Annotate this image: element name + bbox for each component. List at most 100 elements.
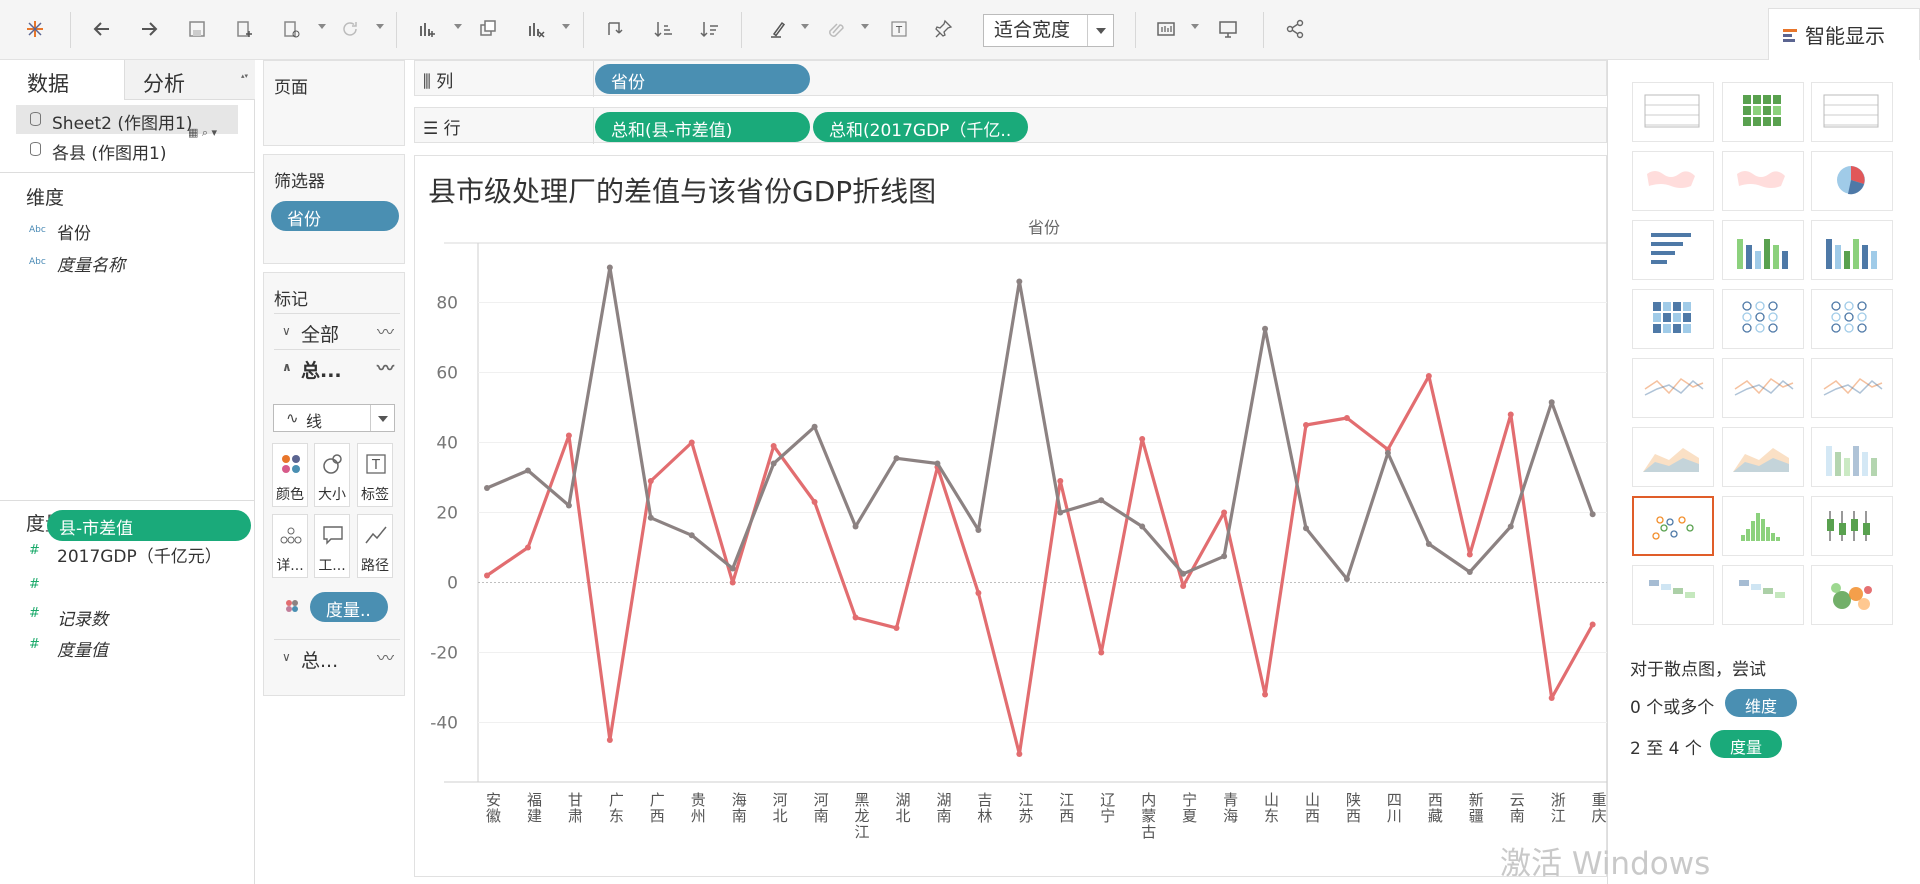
fix-axes-icon[interactable] <box>931 14 957 44</box>
redo-icon[interactable] <box>136 14 162 44</box>
discrete-lines-icon[interactable] <box>1722 358 1804 418</box>
pause-updates-icon[interactable] <box>279 14 305 44</box>
horizontal-bars-icon[interactable] <box>1632 220 1714 280</box>
symbol-map-icon[interactable] <box>1632 151 1714 211</box>
columns-pill[interactable]: 省份 <box>595 64 810 94</box>
chevron-down-icon: ∨ <box>282 650 291 664</box>
rows-pill-diff[interactable]: 总和(县-市差值) <box>595 112 810 142</box>
box-and-whisker-icon[interactable] <box>1811 496 1893 556</box>
filters-label: 筛选器 <box>274 172 325 192</box>
tableau-logo-icon[interactable] <box>22 14 48 44</box>
show-mark-labels-icon[interactable]: T <box>886 14 912 44</box>
datasource-label: Sheet2 (作图用1) <box>52 114 193 134</box>
bullet-graph-icon[interactable] <box>1722 565 1804 625</box>
measure-names-pill[interactable]: 度量.. <box>310 592 388 622</box>
marks-all-row[interactable]: ∨ 全部 〰 <box>274 313 400 349</box>
x-axis-header: 省份 <box>1028 218 1060 237</box>
circle-view-icon[interactable] <box>1722 289 1804 349</box>
detail-button[interactable]: 详... <box>272 514 308 578</box>
data-point <box>1139 436 1146 442</box>
x-tick-label: 江苏 <box>1016 792 1034 824</box>
side-by-side-bars-icon[interactable] <box>1811 220 1893 280</box>
presentation-mode-icon[interactable] <box>1215 14 1241 44</box>
size-button[interactable]: 大小 <box>314 443 350 507</box>
pages-card[interactable]: 页面 <box>263 60 405 146</box>
stacked-bars-icon[interactable] <box>1722 220 1804 280</box>
numeric-type-icon: # <box>29 606 40 621</box>
filled-map-icon[interactable] <box>1722 151 1804 211</box>
smart-show-hint-dims: 0 个或多个 <box>1630 698 1715 718</box>
series-line-0 <box>486 374 1595 756</box>
packed-bubbles-icon[interactable] <box>1811 565 1893 625</box>
chevron-down-icon[interactable] <box>1087 15 1113 46</box>
x-tick-label: 河北 <box>771 792 789 824</box>
data-point <box>852 523 859 530</box>
area-continuous-icon[interactable] <box>1632 427 1714 487</box>
gantt-chart-icon[interactable] <box>1632 565 1714 625</box>
y-tick-label: 60 <box>436 364 458 384</box>
pages-label: 页面 <box>274 78 308 98</box>
marks-sum1-row[interactable]: ∧ 总... 〰 <box>274 349 400 385</box>
data-point <box>1466 569 1473 575</box>
group-members-icon[interactable] <box>823 14 849 44</box>
save-icon[interactable] <box>184 14 210 44</box>
refresh-icon[interactable] <box>337 14 363 44</box>
pie-chart-icon[interactable] <box>1811 151 1893 211</box>
activate-windows-watermark: 激活 Windows <box>1500 846 1711 882</box>
fit-width-select[interactable]: 适合宽度 <box>983 14 1114 47</box>
color-button[interactable]: 颜色 <box>272 443 308 507</box>
columns-shelf[interactable]: ⫼ 列 <box>414 60 1607 97</box>
text-table-icon[interactable] <box>1632 82 1714 142</box>
rows-label: ☰ 行 <box>423 119 461 139</box>
chevron-down-icon[interactable] <box>370 405 394 431</box>
marks-sum2-row[interactable]: ∨ 总... 〰 <box>274 639 400 675</box>
filter-pill[interactable]: 省份 <box>271 201 399 231</box>
heat-map-icon[interactable] <box>1722 82 1804 142</box>
new-datasource-icon[interactable] <box>232 14 258 44</box>
side-by-side-circles-icon[interactable] <box>1811 289 1893 349</box>
highlight-table-icon[interactable] <box>1811 82 1893 142</box>
data-point <box>1425 373 1432 379</box>
x-tick-label: 安徽 <box>484 792 502 824</box>
highlight-icon[interactable] <box>765 14 791 44</box>
treemap-icon[interactable] <box>1632 289 1714 349</box>
undo-icon[interactable] <box>89 14 115 44</box>
tab-data[interactable]: 数据 <box>0 60 124 100</box>
rows-pill-gdp[interactable]: 总和(2017GDP（千亿.. <box>813 112 1028 142</box>
line-chart[interactable]: 省份 -40 -20 0 20 40 60 80 安徽 福建 甘肃 广东 广西 贵州 海南 河北 河南 黑龙江 湖北… <box>414 155 1607 877</box>
share-icon[interactable] <box>1282 14 1308 44</box>
clear-sheet-icon[interactable] <box>523 14 549 44</box>
dual-lines-icon[interactable] <box>1811 358 1893 418</box>
line-mark-icon: ∿ <box>286 409 299 427</box>
smart-show-tab[interactable]: 智能显示 <box>1768 8 1920 60</box>
y-tick-label: -40 <box>430 714 458 734</box>
x-tick-label: 宁夏 <box>1180 792 1198 824</box>
tab-analysis[interactable]: 分析 <box>124 60 255 100</box>
path-button[interactable]: 路径 <box>357 514 393 578</box>
dual-combination-icon[interactable] <box>1811 427 1893 487</box>
x-tick-label: 江西 <box>1057 792 1075 824</box>
filters-card[interactable]: 筛选器 省份 <box>263 154 405 264</box>
continuous-lines-icon[interactable] <box>1632 358 1714 418</box>
data-point <box>524 467 531 474</box>
label-button[interactable]: T 标签 <box>357 443 393 507</box>
smart-show-label: 智能显示 <box>1805 24 1885 48</box>
swap-icon[interactable] <box>602 14 628 44</box>
duplicate-icon[interactable] <box>475 14 501 44</box>
measure-pill: 度量 <box>1710 730 1782 758</box>
show-cards-icon[interactable] <box>1153 14 1179 44</box>
histogram-icon[interactable] <box>1722 496 1804 556</box>
new-worksheet-icon[interactable] <box>414 14 440 44</box>
data-point <box>729 579 736 586</box>
measure-field-pill[interactable]: 县-市差值 <box>47 510 251 541</box>
view-options-icon[interactable]: ▦ ⌕ ▾ <box>188 126 217 140</box>
data-point <box>565 432 572 439</box>
size-label: 大小 <box>318 487 346 503</box>
sort-descending-icon[interactable] <box>697 14 723 44</box>
scatter-plot-icon[interactable] <box>1632 496 1714 556</box>
area-discrete-icon[interactable] <box>1722 427 1804 487</box>
series-line-1 <box>486 265 1595 581</box>
mark-type-select[interactable]: ∿ 线 <box>273 404 395 432</box>
sort-ascending-icon[interactable] <box>651 14 677 44</box>
tooltip-button[interactable]: 工... <box>314 514 350 578</box>
